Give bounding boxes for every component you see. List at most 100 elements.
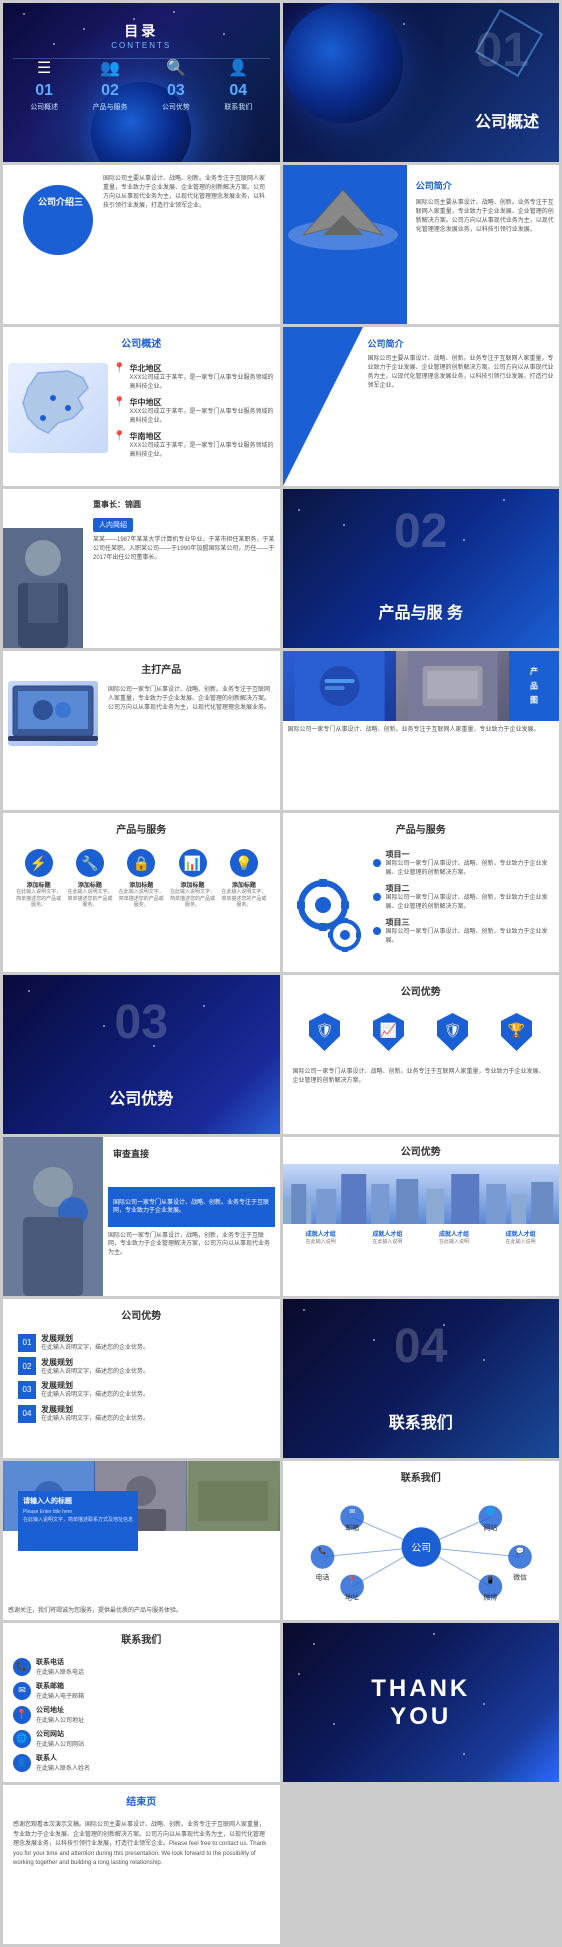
label-desc-1: 在此输入说明 (306, 1238, 336, 1245)
slide15-title: 审查直接 (113, 1147, 149, 1160)
card-text: 在此输入说明文字，简单描述联系方式及地址信息 (23, 1517, 133, 1525)
section13-num: 03 (115, 995, 168, 1050)
contact-email: ✉ 联系邮箱 在此输入电子邮箱 (13, 1681, 270, 1700)
section-num: 01 (476, 23, 529, 78)
slide-5: 公司概述 📍 华北地区 XXX公司成立于某年，是一家专门从事专业服务领域的高科技… (3, 327, 280, 486)
section18-num: 04 (394, 1319, 447, 1374)
icon-label-2: 添加标题 (67, 880, 112, 889)
slide-19: 请输入人的标题 Please Enter title here 在此输入说明文字… (3, 1461, 280, 1620)
globe-2 (283, 3, 403, 123)
slide16-title: 公司优势 (283, 1137, 560, 1164)
label-text-3: 成就人才组 (439, 1229, 469, 1238)
contents-label: CONTENTS (3, 41, 280, 50)
label-desc-2: 在此输入说明 (372, 1238, 402, 1245)
contact-img-3 (187, 1461, 279, 1531)
product-label: 产 品 图 (509, 651, 559, 721)
contact-list: 📞 联系电话 在此输入联系电话 ✉ 联系邮箱 在此输入电子邮箱 📍 公司地址 在… (3, 1654, 280, 1780)
menu-items: ☰ 01 公司概述 👥 02 产品与服务 🔍 03 公司优势 👤 04 联系我们 (3, 50, 280, 120)
product-img-1 (283, 651, 396, 721)
gears-decoration (293, 865, 363, 935)
slide4-text: 公司简介 国际公司主要从事设计、战略、创新。业务专注于互联网人家重量，专业致力于… (416, 180, 554, 235)
label-text-2: 成就人才组 (372, 1229, 402, 1238)
service-icon-4: 📊 (179, 849, 207, 877)
slide14-content: 国际公司一家专门从事设计、战略、创新。业务专注于互联网人家重量，专业致力于企业发… (283, 1063, 560, 1091)
adv-item-3: 03 发展规划 在此输入说明文字，描述您的企业优势。 (18, 1380, 265, 1400)
slide20-title: 联系我们 (283, 1461, 560, 1492)
location-icon-2: 📍 (113, 397, 125, 408)
address-value: 在此输入公司地址 (36, 1715, 84, 1724)
email-icon: ✉ (13, 1682, 31, 1700)
bullet-1 (373, 859, 381, 867)
item-text-2: 项目二 国际公司一家专门从事设计、战略、创新，专业致力于企业发展、企业管理的创新… (386, 883, 550, 911)
adv-text-3: 发展规划 在此输入说明文字，描述您的企业优势。 (41, 1380, 149, 1400)
svg-text:✉: ✉ (349, 1508, 355, 1515)
section18-title: 联系我们 (389, 1409, 453, 1433)
person-holding-img (3, 1137, 103, 1296)
menu-icon-1: ☰ (30, 58, 58, 78)
slide-6: 公司简介 国际公司主要从事设计、战略、创新。业务专注于互联网人家重量，专业致力于… (283, 327, 560, 486)
shields-row: 🛡 📈 🛡 🏆 (283, 1006, 560, 1063)
bullet-3 (373, 927, 381, 935)
adv-text-2: 发展规划 在此输入说明文字，描述您的企业优势。 (41, 1357, 149, 1377)
person-icon: 👤 (13, 1754, 31, 1772)
menu-num-3: 03 (162, 82, 190, 100)
slide11-title: 产品与服务 (3, 813, 280, 844)
thank-you-text: THANK YOU (352, 1675, 490, 1731)
laptop-image (8, 681, 98, 746)
menu-item-4: 👤 04 联系我们 (224, 58, 252, 112)
menu-icon-4: 👤 (224, 58, 252, 78)
menu-item-1: ☰ 01 公司概述 (30, 58, 58, 112)
phone-icon: 📞 (13, 1658, 31, 1676)
icon-label-4: 添加标题 (170, 880, 215, 889)
icon-desc-4: 在此输入说明文字，简单描述您的产品或服务。 (170, 889, 215, 909)
slide-4: 公司简介 国际公司主要从事设计、战略、创新。业务专注于互联网人家重量，专业致力于… (283, 165, 560, 324)
product-label-text: 产 品 图 (529, 667, 540, 705)
menu-item-2: 👥 02 产品与服务 (93, 58, 128, 112)
address-icon: 📍 (13, 1706, 31, 1724)
adv-text-1: 发展规划 在此输入说明文字，描述您的企业优势。 (41, 1333, 149, 1353)
menu-icon-2: 👥 (93, 58, 128, 78)
website-value: 在此输入公司网站 (36, 1739, 84, 1748)
slide3-title: 公司介绍三 (38, 195, 83, 208)
icon-desc-2: 在此输入说明文字，简单描述您的产品或服务。 (67, 889, 112, 909)
slide3-content: 国际公司主要从事设计、战略、创新。业务专注于互联网人家重量，专业致力于企业发展、… (103, 175, 270, 211)
phone-value: 在此输入联系电话 (36, 1667, 84, 1676)
icon-item-5: 💡 添加标题 在此输入说明文字，简单描述您的产品或服务。 (221, 849, 266, 909)
thank-you-section: THANK YOU (352, 1675, 490, 1731)
svg-text:微博: 微博 (483, 1592, 497, 1601)
label-item-1: 成就人才组 在此输入说明 (306, 1229, 336, 1245)
label-item-2: 成就人才组 在此输入说明 (372, 1229, 402, 1245)
svg-text:电话: 电话 (315, 1573, 329, 1582)
slide6-content: 国际公司主要从事设计、战略、创新。业务专注于互联网人家重量，专业致力于企业发展、… (368, 355, 555, 391)
slide-17: 公司优势 01 发展规划 在此输入说明文字，描述您的企业优势。 02 发展规划 … (3, 1299, 280, 1458)
slides-grid: 目录 CONTENTS ☰ 01 公司概述 👥 02 产品与服务 🔍 03 公司… (0, 0, 562, 1947)
menu-label-4: 联系我们 (224, 102, 252, 112)
slide15-bar: 国际公司一家专门从事设计、战略、创新。业务专注于互联网，专业致力于企业发展。 (108, 1187, 275, 1227)
person-label: 联系人 (36, 1753, 90, 1763)
blue-triangle (283, 327, 363, 486)
person-image (3, 528, 83, 648)
contact-website: 🌐 公司网站 在此输入公司网站 (13, 1729, 270, 1748)
num-badge-1: 01 (18, 1334, 36, 1352)
product-img-2 (396, 651, 509, 721)
slide7-text: 某某——1987年某某大学计算机专业毕业，于某市担任某职务，于某公司任某职。入职… (93, 536, 275, 563)
svg-text:💬: 💬 (515, 1546, 524, 1555)
section8-title: 产品与服 务 (379, 599, 463, 623)
slide-22: THANK YOU (283, 1623, 560, 1782)
label-text-4: 成就人才组 (506, 1229, 536, 1238)
slide6-text: 公司简介 国际公司主要从事设计、战略、创新。业务专注于互联网人家重量，专业致力于… (368, 337, 555, 391)
slide5-title: 公司概述 (3, 327, 280, 358)
label-text-1: 成就人才组 (306, 1229, 336, 1238)
icon-item-2: 🔧 添加标题 在此输入说明文字，简单描述您的产品或服务。 (67, 849, 112, 909)
locations: 📍 华北地区 XXX公司成立于某年，是一家专门从事专业服务领域的高科技企业。 📍… (113, 363, 275, 459)
num-badge-2: 02 (18, 1357, 36, 1375)
loc-2: 📍 华中地区 XXX公司成立于某年，是一家专门从事专业服务领域的高科技企业。 (113, 397, 275, 425)
loc-text-2: 华中地区 XXX公司成立于某年，是一家专门从事专业服务领域的高科技企业。 (129, 397, 274, 425)
contact-address: 📍 公司地址 在此输入公司地址 (13, 1705, 270, 1724)
slide7-title: 重事长：锦圆 (93, 499, 275, 510)
icon-label-5: 添加标题 (221, 880, 266, 889)
slide-2: 01 公司概述 (283, 3, 560, 162)
gear-area: 项目一 国际公司一家专门从事设计、战略、创新，专业致力于企业发展、企业管理的创新… (283, 844, 560, 956)
svg-text:📞: 📞 (318, 1546, 327, 1555)
slide4-heading: 公司简介 (416, 180, 554, 194)
